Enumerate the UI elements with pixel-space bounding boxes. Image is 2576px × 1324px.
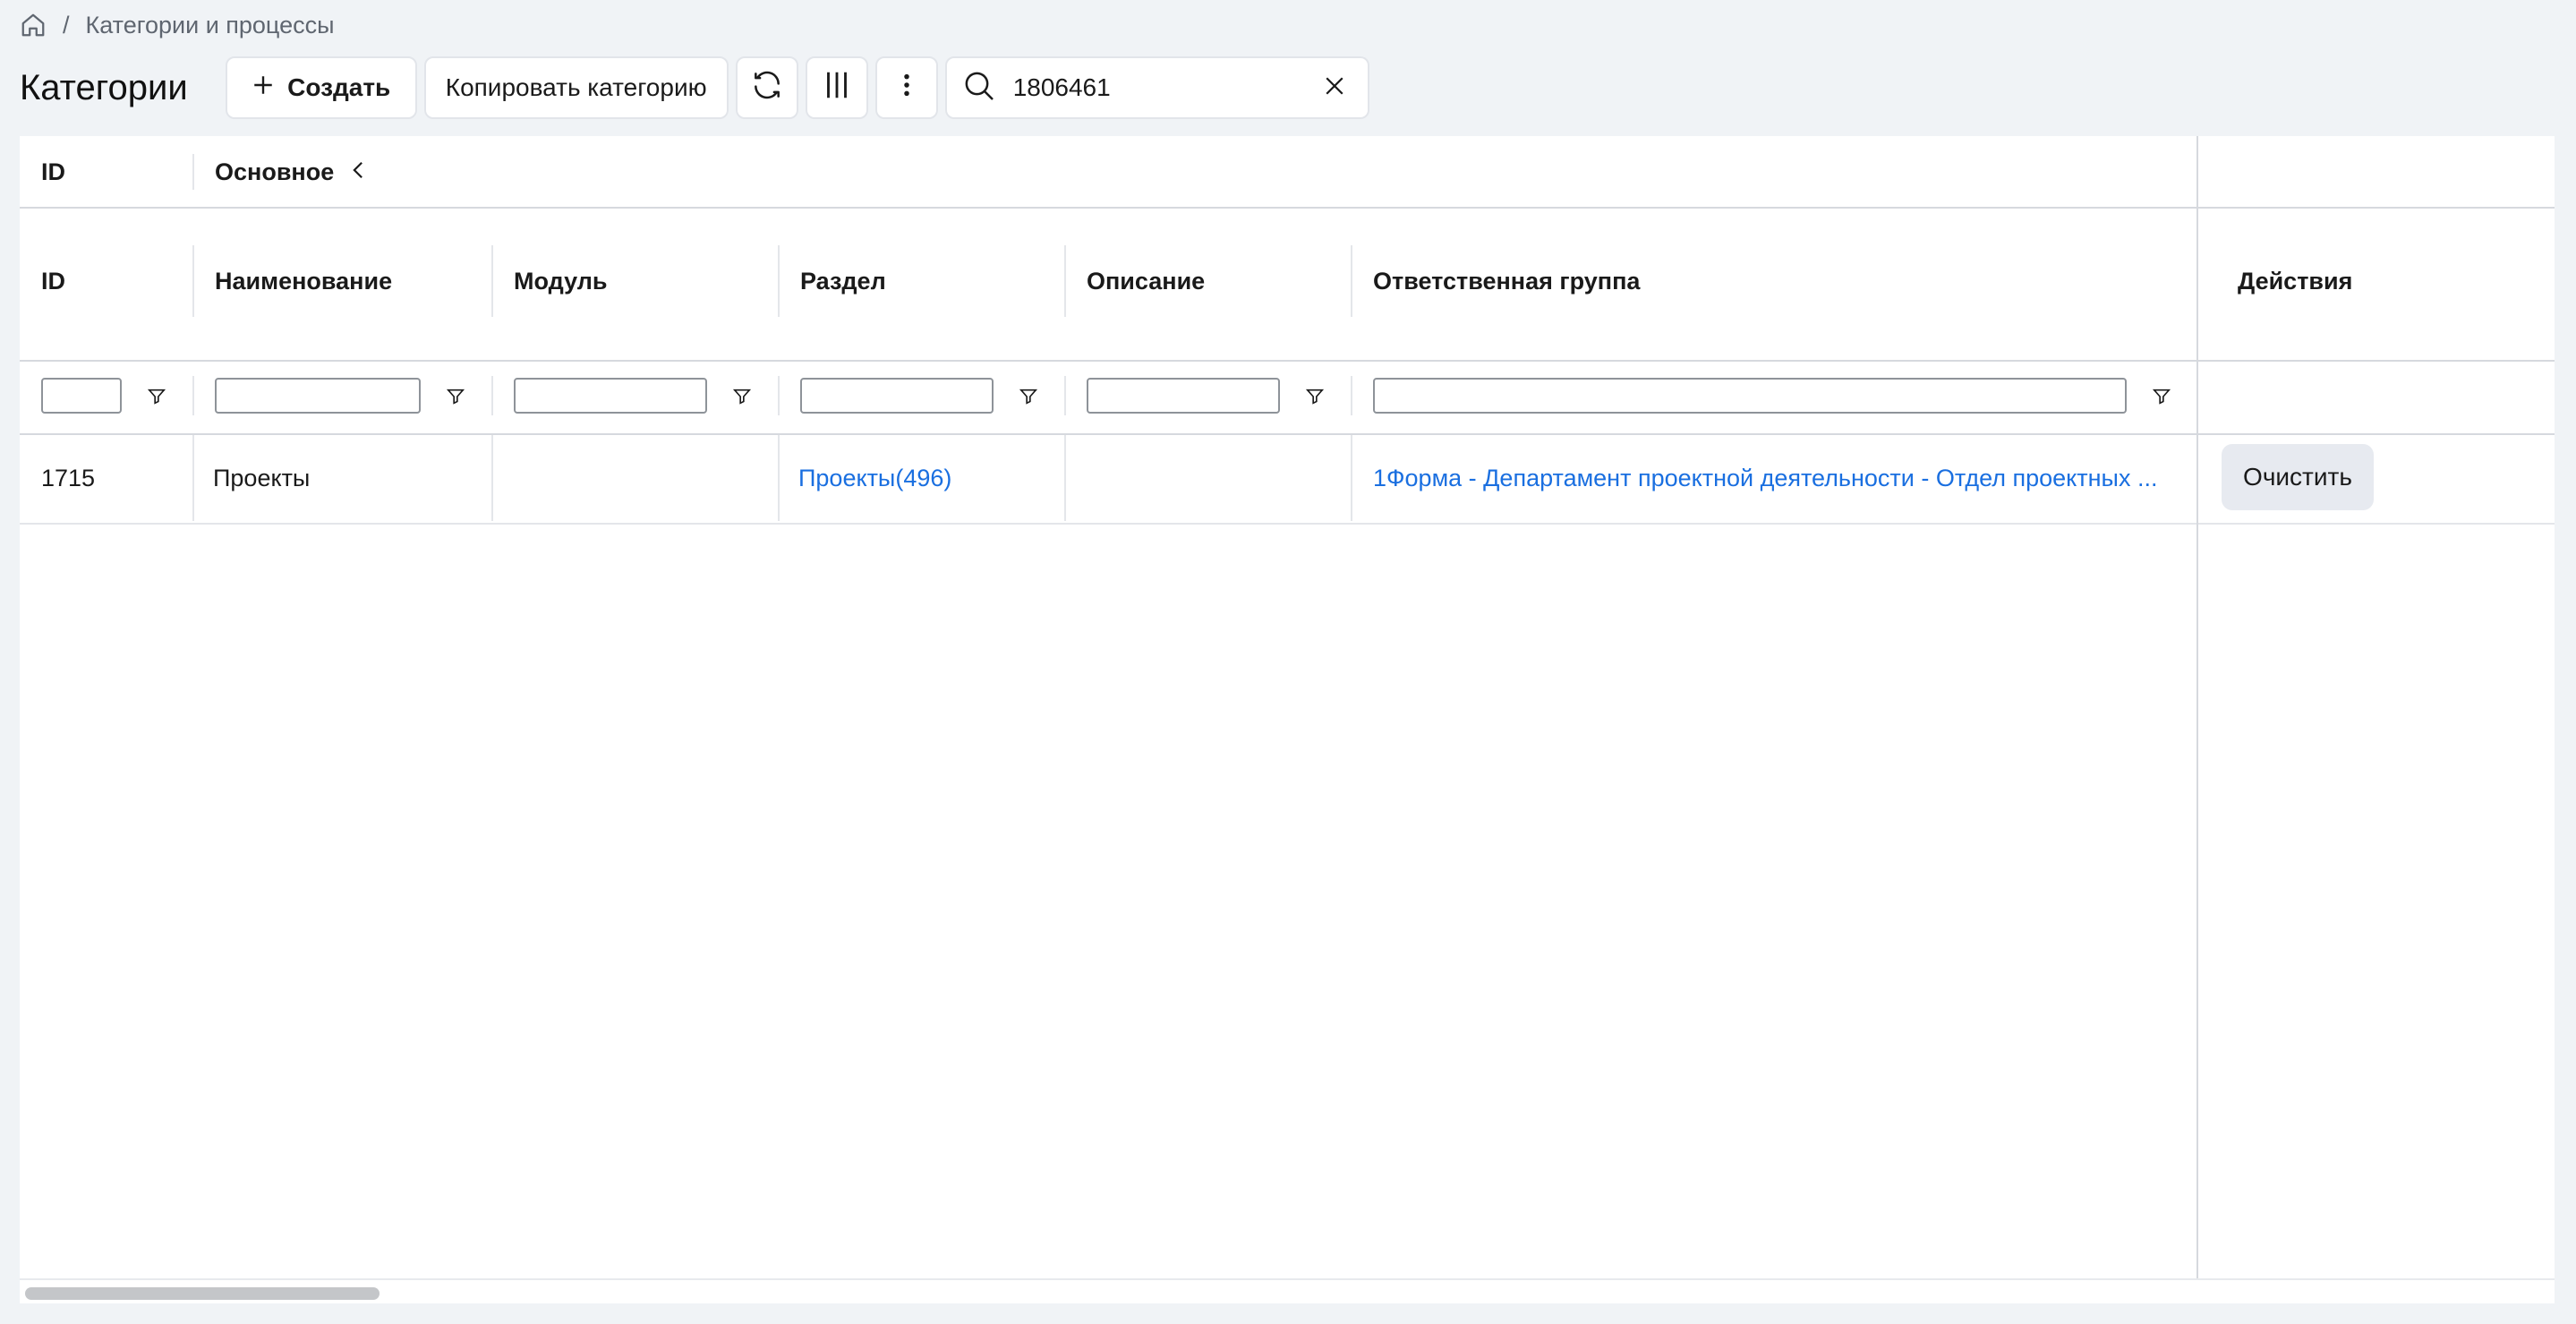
column-separator	[1351, 245, 1352, 317]
scrollbar-thumb[interactable]	[25, 1287, 380, 1300]
categories-table: ID Основное ID Наименование Модуль Разде…	[20, 136, 2555, 1303]
filter-input-section[interactable]	[800, 378, 994, 414]
plus-icon	[252, 73, 275, 103]
filter-icon[interactable]	[2152, 387, 2171, 406]
more-button[interactable]	[874, 56, 938, 119]
chevron-left-icon[interactable]	[350, 158, 366, 186]
filter-icon[interactable]	[446, 387, 465, 406]
breadcrumb: / Категории и процессы	[20, 7, 335, 43]
column-separator	[1064, 376, 1066, 415]
clear-button[interactable]: Очистить	[2222, 444, 2374, 510]
column-separator	[491, 376, 493, 415]
divider	[20, 523, 2555, 525]
cell-module	[492, 435, 779, 521]
search-input[interactable]	[1011, 73, 1321, 103]
row-separator	[1351, 435, 1352, 521]
row-separator	[778, 435, 780, 521]
refresh-icon	[750, 68, 784, 108]
actions-column-border	[2196, 136, 2198, 1303]
copy-category-button[interactable]: Копировать категорию	[423, 56, 729, 119]
filter-input-responsible-group[interactable]	[1373, 378, 2127, 414]
cell-section: Проекты(496)	[779, 435, 1065, 521]
column-header-actions: Действия	[2238, 267, 2353, 295]
column-header-module[interactable]: Модуль	[492, 208, 779, 354]
create-button-label: Создать	[287, 73, 391, 101]
row-separator	[192, 435, 194, 521]
cell-id: 1715	[41, 464, 96, 491]
cell-description	[1065, 435, 1352, 521]
filter-input-description[interactable]	[1087, 378, 1280, 414]
filter-input-name[interactable]	[215, 378, 421, 414]
horizontal-scrollbar[interactable]	[20, 1278, 2555, 1303]
cell-name: Проекты	[213, 464, 311, 491]
breadcrumb-separator: /	[63, 11, 70, 38]
column-header-description[interactable]: Описание	[1065, 208, 1352, 354]
group-header-id: ID	[41, 158, 65, 185]
column-separator	[1064, 245, 1066, 317]
home-icon[interactable]	[20, 12, 47, 38]
row-separator	[491, 435, 493, 521]
search-box	[944, 56, 1369, 119]
column-separator	[1351, 376, 1352, 415]
page-title: Категории	[20, 67, 188, 107]
breadcrumb-current[interactable]: Категории и процессы	[86, 12, 335, 39]
toolbar: Категории Создать Копировать категорию	[20, 56, 1369, 120]
responsible-group-link[interactable]: 1Форма - Департамент проектной деятельно…	[1373, 465, 2157, 492]
row-separator	[1064, 435, 1066, 521]
filter-icon[interactable]	[1019, 387, 1038, 406]
filter-icon[interactable]	[1305, 387, 1325, 406]
column-separator	[192, 376, 194, 415]
column-header-responsible-group[interactable]: Ответственная группа	[1352, 208, 2216, 354]
group-header-main-label: Основное	[215, 158, 335, 185]
column-header-section[interactable]: Раздел	[779, 208, 1065, 354]
column-separator	[778, 245, 780, 317]
column-separator	[778, 376, 780, 415]
column-separator	[192, 245, 194, 317]
close-icon[interactable]	[1321, 73, 1348, 104]
column-header-name[interactable]: Наименование	[193, 208, 492, 354]
search-icon	[961, 68, 997, 108]
columns-button[interactable]	[805, 56, 868, 119]
more-vertical-icon	[893, 72, 920, 105]
cell-responsible-group: 1Форма - Департамент проектной деятельно…	[1352, 435, 2216, 521]
filter-input-id[interactable]	[41, 378, 122, 414]
filter-icon[interactable]	[732, 387, 752, 406]
filter-input-module[interactable]	[514, 378, 707, 414]
create-button[interactable]: Создать	[225, 56, 417, 119]
divider	[20, 360, 2555, 362]
column-header-id[interactable]: ID	[20, 208, 193, 354]
filter-icon[interactable]	[147, 387, 166, 406]
columns-icon	[820, 68, 854, 108]
group-header-main[interactable]: Основное	[193, 136, 730, 208]
column-separator	[491, 245, 493, 317]
section-link[interactable]: Проекты(496)	[798, 465, 951, 492]
refresh-button[interactable]	[735, 56, 798, 119]
